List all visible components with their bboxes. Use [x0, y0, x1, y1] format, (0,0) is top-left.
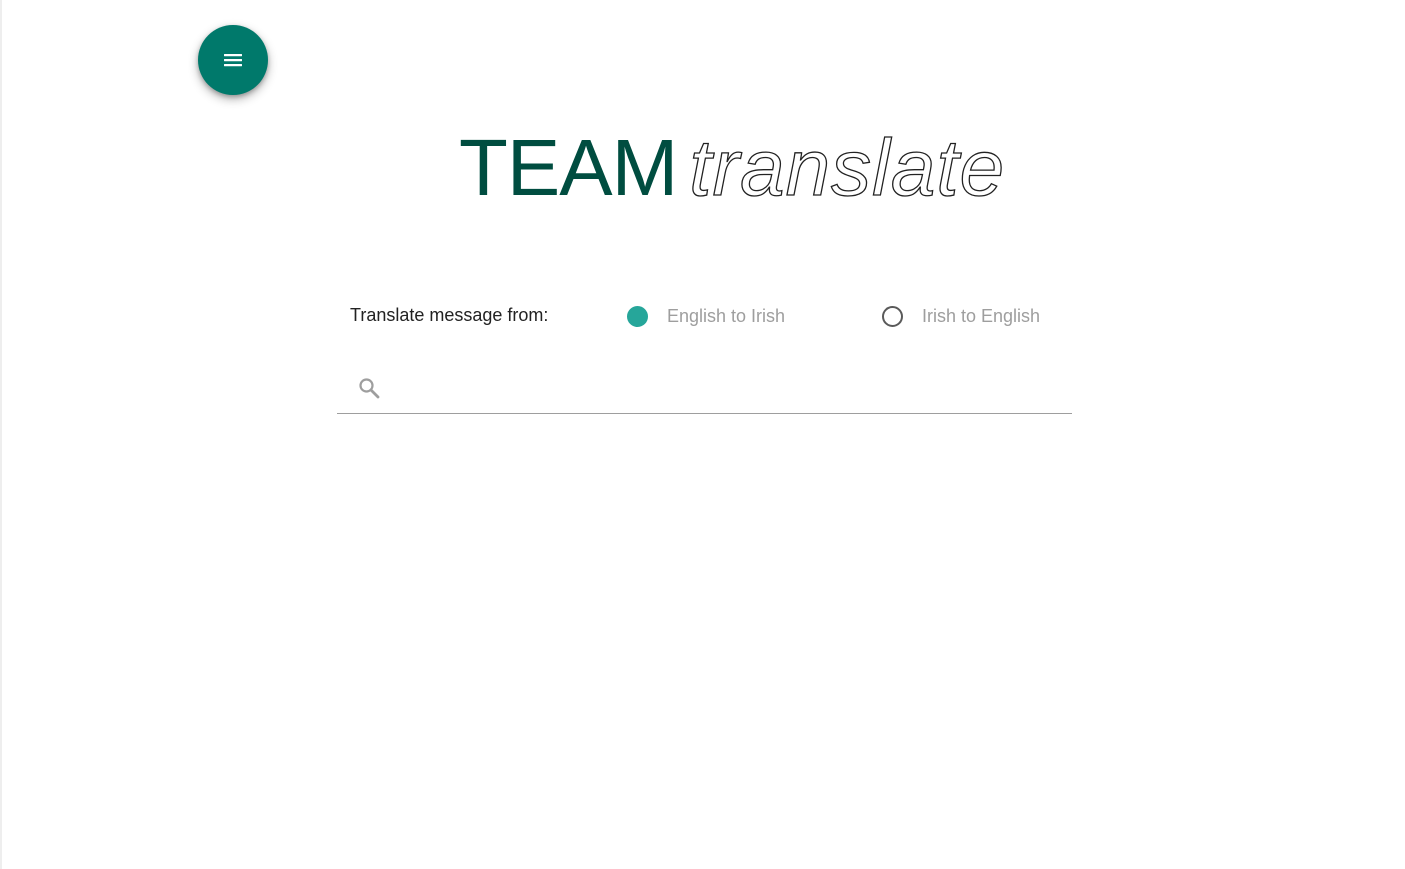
radio-label-irish-to-english: Irish to English [922, 306, 1041, 326]
search-input[interactable] [397, 372, 1061, 406]
radio-checked-indicator[interactable] [627, 306, 648, 327]
radio-english-to-irish[interactable]: English to Irish [627, 306, 785, 327]
radio-irish-to-english[interactable]: Irish to English [882, 306, 1040, 327]
radio-label-english-to-irish: English to Irish [667, 306, 786, 326]
page: TEAM translate Translate message from: En… [0, 0, 1405, 869]
search-icon [359, 378, 380, 399]
left-edge-divider [0, 0, 2, 869]
translate-direction-label: Translate message from: [350, 305, 549, 325]
menu-icon [224, 54, 242, 67]
app-logo: TEAM translate [459, 123, 1006, 228]
logo-team-text: TEAM [459, 123, 678, 212]
radio-unchecked-indicator[interactable] [882, 306, 903, 327]
search-bar [337, 364, 1072, 414]
logo-translate-text: translate [689, 123, 1006, 212]
menu-button[interactable] [198, 25, 268, 95]
